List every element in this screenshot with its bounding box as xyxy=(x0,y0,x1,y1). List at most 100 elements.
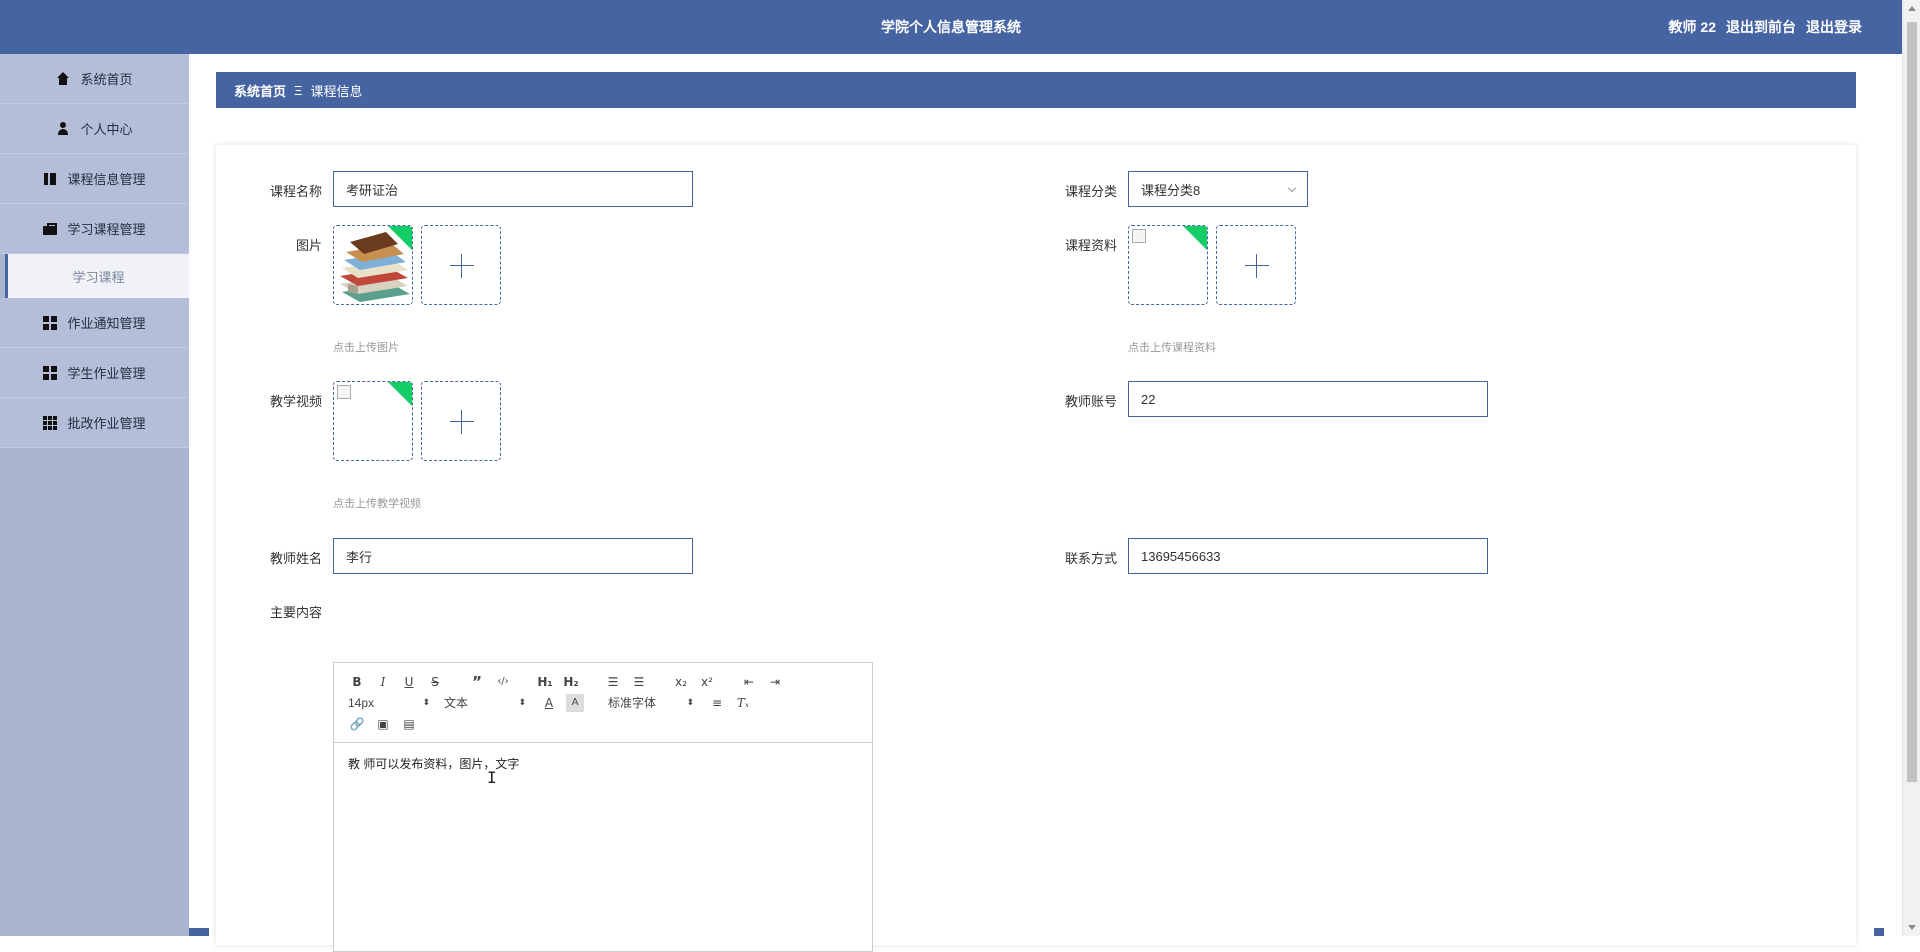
outdent-button[interactable]: ⇤ xyxy=(740,673,758,691)
grid-icon xyxy=(43,365,58,380)
sidebar-item-label: 学习课程管理 xyxy=(67,222,146,237)
sidebar: 系统首页 个人中心 课程信息管理 学习课程管理 学习课程 作业通知管理 学生作业… xyxy=(0,54,189,936)
font-family-select[interactable]: 标准字体 ⬍ xyxy=(608,694,694,711)
teaching-video-upload-hint: 点击上传教学视频 xyxy=(333,498,421,510)
breadcrumb-separator: Ξ xyxy=(294,82,303,98)
picture-upload-hint: 点击上传图片 xyxy=(333,342,399,354)
upload-success-corner xyxy=(1182,226,1207,251)
sidebar-item-study-course-mgmt[interactable]: 学习课程管理 xyxy=(0,204,189,254)
strikethrough-button[interactable]: S xyxy=(426,673,444,691)
select-arrows-icon: ⬍ xyxy=(422,697,430,707)
teacher-name-label: 教师姓名 xyxy=(269,551,322,566)
breadcrumb-home-link[interactable]: 系统首页 xyxy=(234,81,286,100)
sidebar-item-label: 学生作业管理 xyxy=(67,366,146,381)
sidebar-item-homework-notice[interactable]: 作业通知管理 xyxy=(0,298,189,348)
superscript-button[interactable]: x² xyxy=(698,673,716,691)
top-header-bar: 学院个人信息管理系统 教师 22 退出到前台 退出登录 xyxy=(0,0,1902,54)
scroll-down-icon[interactable] xyxy=(1908,925,1916,930)
sidebar-item-course-info[interactable]: 课程信息管理 xyxy=(0,154,189,204)
chevron-down-icon xyxy=(1287,183,1297,193)
font-size-value: 14px xyxy=(348,695,375,710)
bullet-list-button[interactable]: ☰ xyxy=(630,673,648,691)
exit-to-front-link[interactable]: 退出到前台 xyxy=(1726,17,1796,37)
main-content: 系统首页 Ξ 课程信息 课程名称 考研证治 课程分类 课程分类8 图片 点击上传… xyxy=(189,54,1902,952)
image-button[interactable]: ▣ xyxy=(374,715,392,733)
sidebar-item-student-homework[interactable]: 学生作业管理 xyxy=(0,348,189,398)
grid9-icon xyxy=(43,415,58,430)
select-arrows-icon: ⬍ xyxy=(518,697,526,707)
header-user-area: 教师 22 退出到前台 退出登录 xyxy=(1669,17,1862,37)
course-category-value: 课程分类8 xyxy=(1141,182,1201,198)
rich-text-editor: B I U S ” ‹/› H₁ H₂ ☰ ☰ x₂ x² ⇤ ⇥ 14px ⬍… xyxy=(333,662,873,952)
contact-input[interactable]: 13695456633 xyxy=(1128,538,1488,574)
breadcrumb: 系统首页 Ξ 课程信息 xyxy=(216,72,1856,108)
sidebar-item-personal-center[interactable]: 个人中心 xyxy=(0,104,189,154)
scrollbar-thumb[interactable] xyxy=(1907,22,1917,782)
clear-format-button[interactable]: Tₓ xyxy=(734,694,752,712)
select-arrows-icon: ⬍ xyxy=(686,697,694,707)
sidebar-item-label: 系统首页 xyxy=(80,72,133,87)
sidebar-item-grade-homework[interactable]: 批改作业管理 xyxy=(0,398,189,448)
bold-button[interactable]: B xyxy=(348,673,366,691)
teaching-video-label: 教学视频 xyxy=(269,394,322,409)
current-user-label: 教师 22 xyxy=(1668,19,1716,35)
system-title: 学院个人信息管理系统 xyxy=(881,19,1021,35)
font-size-select[interactable]: 14px ⬍ xyxy=(348,696,430,710)
font-family-value: 标准字体 xyxy=(608,696,657,710)
subscript-button[interactable]: x₂ xyxy=(672,673,690,691)
vertical-scrollbar[interactable] xyxy=(1902,0,1920,936)
indent-button[interactable]: ⇥ xyxy=(766,673,784,691)
grid-icon xyxy=(43,315,58,330)
link-button[interactable]: 🔗 xyxy=(348,715,366,733)
code-block-button[interactable]: ‹/› xyxy=(494,673,512,691)
broken-image-icon xyxy=(337,385,351,399)
course-material-label: 课程资料 xyxy=(1064,238,1117,253)
course-name-label: 课程名称 xyxy=(269,184,322,199)
course-form-card: 课程名称 考研证治 课程分类 课程分类8 图片 点击上传图片 课程资料 点击上传… xyxy=(216,145,1856,952)
underline-button[interactable]: U xyxy=(400,673,418,691)
home-icon xyxy=(56,71,70,86)
blockquote-button[interactable]: ” xyxy=(468,673,486,691)
sidebar-item-home[interactable]: 系统首页 xyxy=(0,54,189,104)
text-type-select[interactable]: 文本 ⬍ xyxy=(444,694,526,711)
briefcase-icon xyxy=(43,222,58,236)
sidebar-subitem-study-course[interactable]: 学习课程 xyxy=(5,254,189,298)
add-course-material-button[interactable] xyxy=(1216,225,1296,305)
teacher-name-input[interactable]: 李行 xyxy=(333,538,693,574)
course-category-select[interactable]: 课程分类8 xyxy=(1128,171,1308,207)
picture-label: 图片 xyxy=(295,238,322,253)
logout-link[interactable]: 退出登录 xyxy=(1806,17,1862,37)
font-color-button[interactable]: A xyxy=(540,694,558,712)
sidebar-item-label: 作业通知管理 xyxy=(67,316,146,331)
main-content-label: 主要内容 xyxy=(269,605,322,620)
sidebar-item-label: 个人中心 xyxy=(80,122,133,137)
teaching-video-thumbnail[interactable] xyxy=(333,381,413,461)
add-picture-button[interactable] xyxy=(421,225,501,305)
course-material-upload-hint: 点击上传课程资料 xyxy=(1128,342,1216,354)
contact-label: 联系方式 xyxy=(1064,551,1117,566)
course-material-thumbnail[interactable] xyxy=(1128,225,1208,305)
add-teaching-video-button[interactable] xyxy=(421,381,501,461)
scroll-up-icon[interactable] xyxy=(1908,6,1916,11)
ordered-list-button[interactable]: ☰ xyxy=(604,673,622,691)
picture-thumbnail[interactable] xyxy=(333,225,413,305)
teacher-account-input[interactable]: 22 xyxy=(1128,381,1488,417)
text-type-value: 文本 xyxy=(444,696,469,710)
user-icon xyxy=(56,121,70,136)
sidebar-item-label: 批改作业管理 xyxy=(67,416,146,431)
text-cursor-icon: I xyxy=(487,768,497,787)
bottom-strip xyxy=(1874,928,1884,936)
align-button[interactable]: ≡ xyxy=(708,694,726,712)
editor-content-area[interactable]: 教 师可以发布资料，图片，文字 xyxy=(334,743,872,784)
header2-button[interactable]: H₂ xyxy=(562,673,580,691)
broken-image-icon xyxy=(1132,229,1146,243)
video-button[interactable]: ▤ xyxy=(400,715,418,733)
header1-button[interactable]: H₁ xyxy=(536,673,554,691)
sidebar-item-label: 课程信息管理 xyxy=(67,172,146,187)
breadcrumb-current: 课程信息 xyxy=(310,83,363,99)
background-color-button[interactable]: A xyxy=(566,693,584,712)
upload-success-corner xyxy=(387,226,412,251)
course-name-input[interactable]: 考研证治 xyxy=(333,171,693,207)
teacher-account-label: 教师账号 xyxy=(1064,394,1117,409)
italic-button[interactable]: I xyxy=(374,673,392,691)
